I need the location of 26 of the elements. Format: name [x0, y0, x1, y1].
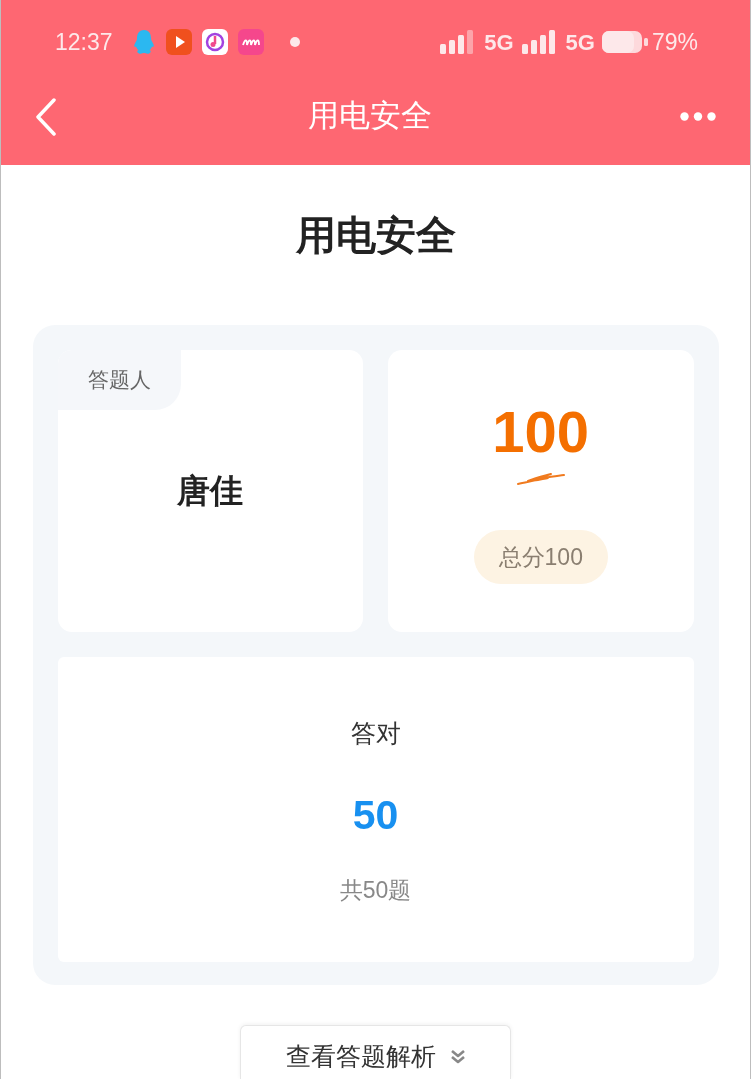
network-type: 5G: [484, 28, 514, 57]
app-tile-icon: [237, 29, 264, 55]
respondent-tag: 答题人: [57, 350, 181, 410]
total-score-pill: 总分100: [473, 530, 608, 584]
back-chevron-icon: [35, 97, 57, 136]
notification-dot-icon: [289, 37, 300, 47]
back-button[interactable]: [35, 97, 59, 136]
battery-percent: 79%: [651, 27, 698, 57]
network-type: 5G: [565, 28, 595, 57]
page-title: 用电安全: [295, 212, 456, 259]
score-value: 100: [492, 404, 590, 460]
correct-count: 50: [352, 791, 399, 839]
question-total: 共50题: [339, 876, 412, 905]
respondent-name: 唐佳: [177, 471, 244, 512]
nav-title: 用电安全: [307, 97, 432, 136]
more-button[interactable]: [680, 111, 716, 122]
brush-stroke-icon: [516, 472, 565, 486]
view-analysis-button[interactable]: 查看答题解析: [240, 1025, 511, 1079]
status-time: 12:37: [55, 27, 113, 57]
more-dots-icon: [680, 112, 716, 121]
penguin-icon: [131, 29, 156, 55]
correct-label: 答对: [350, 718, 401, 749]
double-chevron-down-icon: [449, 1048, 466, 1065]
battery-icon: [601, 31, 648, 53]
music-note-icon: [201, 29, 228, 55]
play-icon: [165, 29, 192, 55]
